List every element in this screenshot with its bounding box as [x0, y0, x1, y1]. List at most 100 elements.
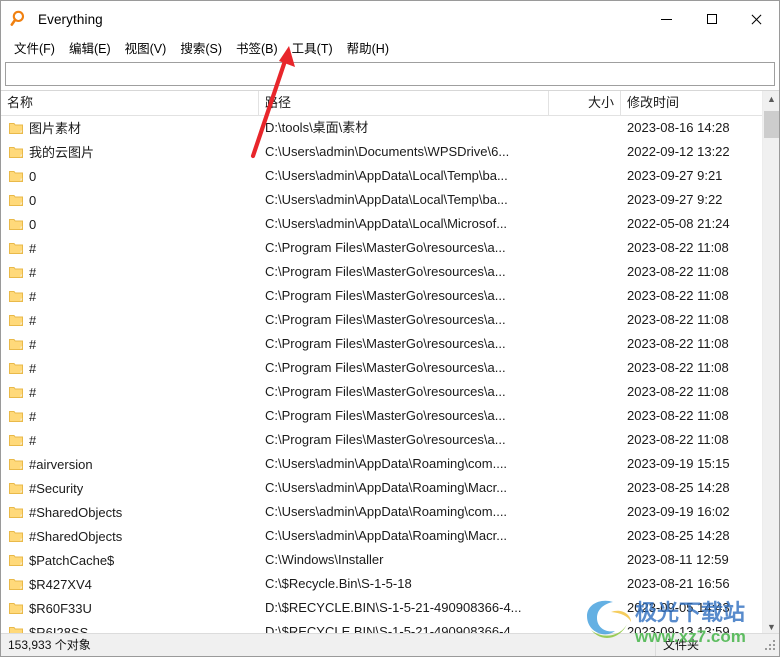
close-icon: [751, 14, 762, 25]
scroll-up-button[interactable]: ▲: [763, 91, 779, 108]
menu-search[interactable]: 搜索(S): [173, 36, 229, 60]
search-input[interactable]: [6, 64, 774, 84]
window-controls: [644, 1, 779, 37]
cell-path: C:\Users\admin\AppData\Roaming\com....: [265, 504, 508, 519]
cell-path: C:\$Recycle.Bin\S-1-5-18: [265, 576, 412, 591]
cell-size: [549, 308, 621, 332]
cell-size: [549, 332, 621, 356]
cell-path: C:\Users\admin\AppData\Local\Microsof...: [265, 216, 508, 231]
cell-name: #: [1, 284, 259, 308]
column-header-row: 名称 路径 大小 修改时间: [1, 91, 779, 116]
search-box[interactable]: [5, 62, 775, 86]
minimize-icon: [661, 18, 672, 20]
cell-name: #: [1, 380, 259, 404]
folder-icon: [9, 506, 23, 518]
cell-name-text: 0: [29, 192, 37, 208]
cell-path: C:\Users\admin\AppData\Roaming\Macr...: [265, 480, 508, 495]
minimize-button[interactable]: [644, 1, 689, 37]
resize-grip[interactable]: [765, 634, 779, 657]
cell-date: 2023-08-22 11:08: [627, 360, 729, 375]
cell-name-text: #: [29, 336, 37, 352]
cell-name: 0: [1, 212, 259, 236]
cell-size: [549, 572, 621, 596]
cell-name: 0: [1, 188, 259, 212]
cell-date: 2023-08-22 11:08: [627, 432, 729, 447]
close-button[interactable]: [734, 1, 779, 37]
everything-window: Everything 文件(F) 编辑(E) 视图(V) 搜索(S) 书签(B)…: [0, 0, 780, 657]
menu-tools[interactable]: 工具(T): [285, 36, 340, 60]
cell-path: C:\Users\admin\AppData\Local\Temp\ba...: [265, 168, 508, 183]
table-row[interactable]: # C:\Program Files\MasterGo\resources\a..…: [1, 308, 779, 332]
column-header-path[interactable]: 路径: [259, 91, 549, 116]
column-header-date[interactable]: 修改时间: [621, 91, 761, 116]
cell-name-text: $R427XV4: [29, 576, 92, 592]
cell-date: 2023-08-16 14:28: [627, 120, 730, 135]
status-bar: 153,933 个对象 文件夹: [1, 633, 779, 656]
cell-name-text: #: [29, 240, 37, 256]
menu-help[interactable]: 帮助(H): [340, 36, 396, 60]
table-row[interactable]: 我的云图片 C:\Users\admin\Documents\WPSDrive\6…: [1, 140, 779, 164]
cell-size: [549, 404, 621, 428]
table-row[interactable]: 0 C:\Users\admin\AppData\Local\Temp\ba...…: [1, 188, 779, 212]
table-row[interactable]: # C:\Program Files\MasterGo\resources\a..…: [1, 356, 779, 380]
table-row[interactable]: # C:\Program Files\MasterGo\resources\a..…: [1, 428, 779, 452]
table-row[interactable]: # C:\Program Files\MasterGo\resources\a..…: [1, 284, 779, 308]
table-row[interactable]: $R60F33U D:\$RECYCLE.BIN\S-1-5-21-4909083…: [1, 596, 779, 620]
cell-size: [549, 188, 621, 212]
cell-size: [549, 164, 621, 188]
chevron-up-icon: ▲: [767, 94, 776, 104]
results-area: 名称 路径 大小 修改时间 图片素材 D:\tools\桌面\素材 2023-08-…: [1, 90, 779, 636]
maximize-icon: [706, 14, 717, 24]
table-row[interactable]: # C:\Program Files\MasterGo\resources\a..…: [1, 404, 779, 428]
cell-path: C:\Users\admin\AppData\Local\Temp\ba...: [265, 192, 508, 207]
folder-icon: [9, 602, 23, 614]
cell-path: C:\Program Files\MasterGo\resources\a...: [265, 432, 506, 447]
table-row[interactable]: #Security C:\Users\admin\AppData\Roaming\…: [1, 476, 779, 500]
folder-icon: [9, 554, 23, 566]
cell-name-text: 图片素材: [29, 120, 82, 136]
table-row[interactable]: 0 C:\Users\admin\AppData\Local\Temp\ba...…: [1, 164, 779, 188]
menu-edit[interactable]: 编辑(E): [62, 36, 118, 60]
column-header-name[interactable]: 名称: [1, 91, 259, 116]
title-bar: Everything: [1, 1, 779, 37]
cell-size: [549, 524, 621, 548]
table-row[interactable]: # C:\Program Files\MasterGo\resources\a..…: [1, 260, 779, 284]
cell-name: 0: [1, 164, 259, 188]
chevron-down-icon: ▼: [767, 622, 776, 632]
folder-icon: [9, 266, 23, 278]
table-row[interactable]: # C:\Program Files\MasterGo\resources\a..…: [1, 332, 779, 356]
folder-icon: [9, 482, 23, 494]
table-row[interactable]: #SharedObjects C:\Users\admin\AppData\Roa…: [1, 524, 779, 548]
cell-name: #: [1, 260, 259, 284]
cell-size: [549, 596, 621, 620]
folder-icon: [9, 146, 23, 158]
cell-path: D:\$RECYCLE.BIN\S-1-5-21-490908366-4...: [265, 600, 522, 615]
table-row[interactable]: $R427XV4 C:\$Recycle.Bin\S-1-5-18 2023-08-…: [1, 572, 779, 596]
cell-date: 2023-08-22 11:08: [627, 408, 729, 423]
cell-name-text: #SharedObjects: [29, 504, 123, 520]
cell-name: $PatchCache$: [1, 548, 259, 572]
menu-file[interactable]: 文件(F): [7, 36, 62, 60]
cell-path: C:\Users\admin\AppData\Roaming\Macr...: [265, 528, 508, 543]
cell-date: 2022-09-12 13:22: [627, 144, 730, 159]
menu-view[interactable]: 视图(V): [118, 36, 174, 60]
cell-name: #SharedObjects: [1, 500, 259, 524]
table-row[interactable]: $PatchCache$ C:\Windows\Installer 2023-08-…: [1, 548, 779, 572]
maximize-button[interactable]: [689, 1, 734, 37]
column-header-size[interactable]: 大小: [549, 91, 621, 116]
table-row[interactable]: # C:\Program Files\MasterGo\resources\a..…: [1, 380, 779, 404]
table-row[interactable]: #SharedObjects C:\Users\admin\AppData\Roa…: [1, 500, 779, 524]
scrollbar-thumb[interactable]: [764, 111, 779, 138]
table-row[interactable]: # C:\Program Files\MasterGo\resources\a..…: [1, 236, 779, 260]
cell-date: 2023-09-19 15:15: [627, 456, 730, 471]
cell-name: #Security: [1, 476, 259, 500]
table-row[interactable]: 图片素材 D:\tools\桌面\素材 2023-08-16 14:28: [1, 116, 779, 140]
menu-bookmark[interactable]: 书签(B): [229, 36, 285, 60]
table-row[interactable]: 0 C:\Users\admin\AppData\Local\Microsof..…: [1, 212, 779, 236]
cell-name-text: #: [29, 360, 37, 376]
cell-size: [549, 236, 621, 260]
cell-name: #: [1, 404, 259, 428]
table-row[interactable]: #airversion C:\Users\admin\AppData\Roamin…: [1, 452, 779, 476]
vertical-scrollbar[interactable]: ▲ ▼: [762, 91, 779, 636]
cell-name-text: $PatchCache$: [29, 552, 115, 568]
